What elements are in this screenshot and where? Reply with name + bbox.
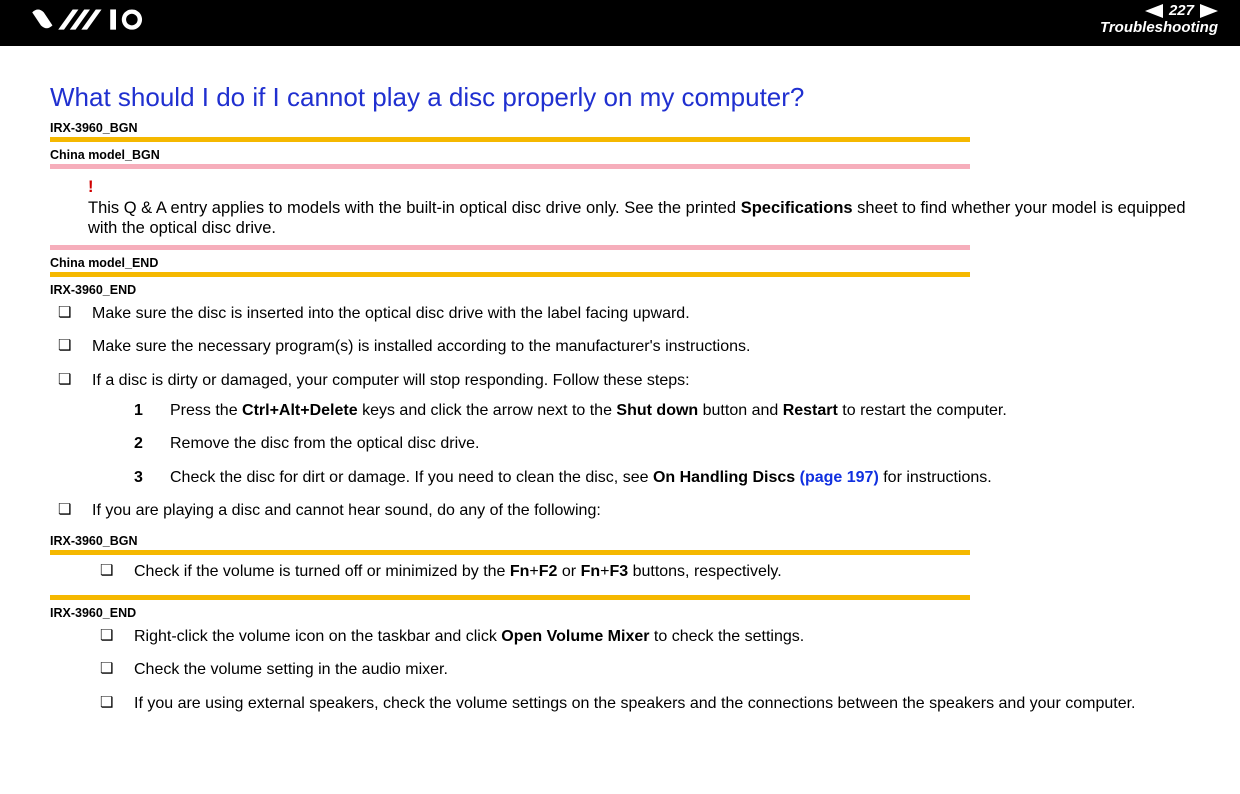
page-content: What should I do if I cannot play a disc…	[0, 46, 1240, 746]
step-text: Press the	[170, 402, 242, 419]
bullet-text: or	[557, 563, 580, 580]
key: Fn	[581, 563, 601, 580]
header-bar: 227 Troubleshooting	[0, 0, 1240, 46]
step-text: Check the disc for dirt or damage. If yo…	[170, 469, 653, 486]
step-text: Remove the disc from the optical disc dr…	[170, 435, 479, 452]
bullet-list: Right-click the volume icon on the taskb…	[92, 626, 1190, 715]
sub-section: Check if the volume is turned off or min…	[92, 561, 1190, 583]
sub-section: Right-click the volume icon on the taskb…	[92, 626, 1190, 715]
key: On Handling Discs	[653, 469, 795, 486]
bullet-text: Right-click the volume icon on the taskb…	[134, 628, 501, 645]
list-item: If you are using external speakers, chec…	[92, 693, 1190, 715]
header-right: 227 Troubleshooting	[1100, 2, 1218, 36]
key: Shut down	[616, 402, 698, 419]
step-num: 3	[134, 467, 143, 489]
divider-pink	[50, 245, 970, 250]
tag-china-end: China model_END	[50, 256, 1190, 270]
key: F3	[609, 563, 628, 580]
prev-page-icon[interactable]	[1145, 4, 1163, 18]
bullet-text: Check if the volume is turned off or min…	[134, 563, 510, 580]
tag-irx-bgn: IRX-3960_BGN	[50, 121, 1190, 135]
list-item: Right-click the volume icon on the taskb…	[92, 626, 1190, 648]
note-block: ! This Q & A entry applies to models wit…	[88, 177, 1190, 239]
bullet-text: buttons, respectively.	[628, 563, 782, 580]
note-text-bold: Specifications	[741, 199, 853, 217]
list-item: Make sure the disc is inserted into the …	[50, 303, 1190, 325]
bullet-list: Make sure the disc is inserted into the …	[50, 303, 1190, 522]
key: Ctrl+Alt+Delete	[242, 402, 358, 419]
steps-list: 1 Press the Ctrl+Alt+Delete keys and cli…	[134, 400, 1190, 489]
tag-irx-bgn2: IRX-3960_BGN	[50, 534, 1190, 548]
list-item: Make sure the necessary program(s) is in…	[50, 336, 1190, 358]
bullet-text: Make sure the disc is inserted into the …	[92, 305, 690, 322]
vaio-logo	[28, 8, 178, 38]
step-item: 1 Press the Ctrl+Alt+Delete keys and cli…	[134, 400, 1190, 422]
tag-china-bgn: China model_BGN	[50, 148, 1190, 162]
key: Restart	[783, 402, 838, 419]
step-num: 2	[134, 433, 143, 455]
list-item: Check if the volume is turned off or min…	[92, 561, 1190, 583]
section-name: Troubleshooting	[1100, 19, 1218, 36]
list-item: If a disc is dirty or damaged, your comp…	[50, 370, 1190, 488]
key: F2	[539, 563, 558, 580]
step-num: 1	[134, 400, 143, 422]
note-text-pre: This Q & A entry applies to models with …	[88, 199, 741, 217]
bullet-text: Make sure the necessary program(s) is in…	[92, 338, 750, 355]
bullet-text: Check the volume setting in the audio mi…	[134, 661, 448, 678]
bullet-list: Check if the volume is turned off or min…	[92, 561, 1190, 583]
bullet-text: If a disc is dirty or damaged, your comp…	[92, 372, 690, 389]
key: Fn	[510, 563, 530, 580]
bullet-text: If you are playing a disc and cannot hea…	[92, 502, 601, 519]
divider-yellow	[50, 550, 970, 555]
tag-irx-end2: IRX-3960_END	[50, 606, 1190, 620]
note-bang: !	[88, 177, 1190, 198]
page-number: 227	[1167, 2, 1196, 19]
tag-irx-end: IRX-3960_END	[50, 283, 1190, 297]
step-text: to restart the computer.	[838, 402, 1007, 419]
bullet-text: If you are using external speakers, chec…	[134, 695, 1135, 712]
next-page-icon[interactable]	[1200, 4, 1218, 18]
step-text: button and	[698, 402, 783, 419]
list-item: If you are playing a disc and cannot hea…	[50, 500, 1190, 522]
divider-yellow	[50, 137, 970, 142]
plus: +	[529, 563, 538, 580]
divider-pink	[50, 164, 970, 169]
page-ref-link[interactable]: (page 197)	[795, 469, 879, 486]
step-text: for instructions.	[879, 469, 992, 486]
step-item: 3 Check the disc for dirt or damage. If …	[134, 467, 1190, 489]
bullet-text: to check the settings.	[649, 628, 804, 645]
step-text: keys and click the arrow next to the	[358, 402, 617, 419]
page-title: What should I do if I cannot play a disc…	[50, 82, 1190, 113]
step-item: 2 Remove the disc from the optical disc …	[134, 433, 1190, 455]
divider-yellow	[50, 272, 970, 277]
divider-yellow	[50, 595, 970, 600]
key: Open Volume Mixer	[501, 628, 649, 645]
list-item: Check the volume setting in the audio mi…	[92, 659, 1190, 681]
page-nav: 227	[1100, 2, 1218, 19]
